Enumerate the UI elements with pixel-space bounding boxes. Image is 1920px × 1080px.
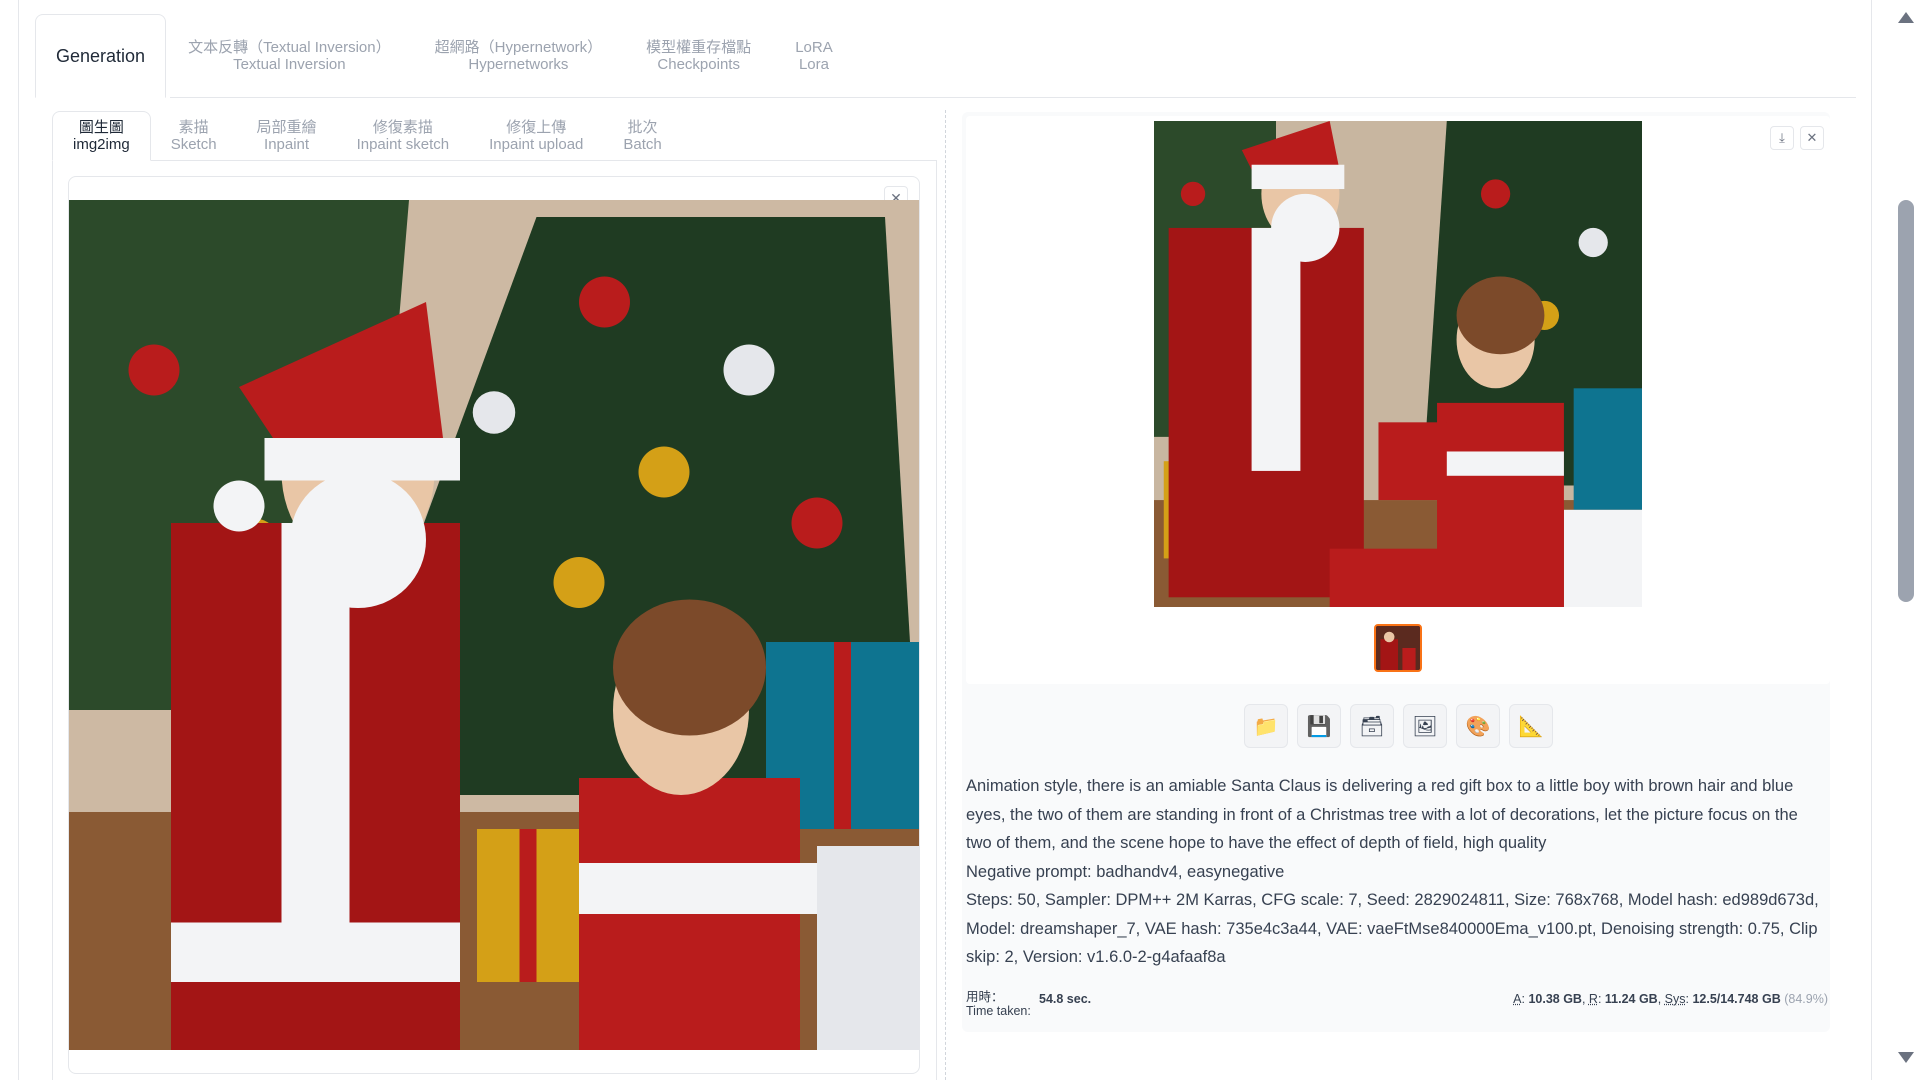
tab-label-zh: 批次 — [627, 119, 658, 136]
time-taken-label-en: Time taken: — [966, 1004, 1031, 1018]
tab-label-en: Inpaint sketch — [356, 136, 450, 153]
tab-label: Generation — [56, 45, 146, 66]
tab-label-en: Inpaint upload — [489, 136, 584, 153]
mem-r-label: R — [1588, 992, 1598, 1006]
zip-button[interactable]: 🗃 — [1350, 704, 1394, 748]
mem-sys-percent: (84.9%) — [1784, 992, 1828, 1006]
tab-textual-inversion[interactable]: 文本反轉（Textual Inversion） Textual Inversion — [166, 14, 413, 98]
tab-generation[interactable]: Generation — [35, 14, 167, 98]
mem-sys-label: Sys — [1664, 992, 1686, 1006]
tab-batch[interactable]: 批次 Batch — [603, 111, 681, 161]
main-tabs: Generation 文本反轉（Textual Inversion） Textua… — [35, 14, 855, 98]
output-toolbar: 📁 💾 🗃 🖼 🎨 📐 — [1244, 704, 1553, 748]
tab-label-zh: 超網路（Hypernetwork） — [434, 39, 603, 56]
generation-params-text: Steps: 50, Sampler: DPM++ 2M Karras, CFG… — [966, 891, 1819, 966]
page-scrollbar[interactable] — [1892, 0, 1920, 1080]
tab-label-zh: 模型權重存檔點 — [646, 39, 752, 56]
gallery-thumbnail[interactable] — [1374, 624, 1422, 672]
panel-divider — [945, 110, 946, 1080]
tab-label-en: img2img — [73, 136, 130, 153]
save-button[interactable]: 💾 — [1297, 704, 1341, 748]
download-button[interactable]: ⤓ — [1770, 126, 1794, 150]
archive-icon: 🗃 — [1359, 715, 1385, 738]
thumbnail-image — [1376, 626, 1420, 670]
img2img-mode-tabs: 圖生圖 img2img 素描 Sketch 局部重繪 Inpaint 修復素描 Inpa… — [52, 111, 682, 161]
send-to-img2img-button[interactable]: 🖼 — [1403, 704, 1447, 748]
tab-inpaint-upload[interactable]: 修復上傳 Inpaint upload — [469, 111, 603, 161]
scroll-down-arrow-icon[interactable] — [1898, 1052, 1914, 1063]
prompt-text: Animation style, there is an amiable San… — [966, 777, 1798, 852]
mem-a-value: 10.38 GB — [1528, 992, 1582, 1006]
close-icon: ✕ — [1806, 130, 1818, 145]
save-icon: 💾 — [1306, 715, 1332, 738]
folder-icon: 📁 — [1253, 715, 1279, 738]
time-taken-value: 54.8 sec. — [1039, 992, 1092, 1006]
send-to-inpaint-button[interactable]: 🎨 — [1456, 704, 1500, 748]
tab-label-zh: 修復上傳 — [506, 119, 567, 136]
tab-label-zh: 素描 — [178, 119, 209, 136]
tab-label-en: Sketch — [170, 136, 217, 153]
tab-inpaint-sketch[interactable]: 修復素描 Inpaint sketch — [337, 111, 470, 161]
tabs-divider — [170, 97, 1856, 98]
tab-label-en: Hypernetworks — [468, 56, 569, 73]
tab-label-zh: 修復素描 — [372, 119, 433, 136]
close-preview-button[interactable]: ✕ — [1800, 126, 1824, 150]
tab-hypernetworks[interactable]: 超網路（Hypernetwork） Hypernetworks — [413, 14, 625, 98]
tab-label-en: Lora — [798, 56, 829, 73]
tab-inpaint[interactable]: 局部重繪 Inpaint — [237, 111, 337, 161]
triangle-ruler-icon: 📐 — [1518, 715, 1544, 738]
tab-label-zh: LoRA — [795, 39, 833, 56]
tab-checkpoints[interactable]: 模型權重存檔點 Checkpoints — [624, 14, 773, 98]
negative-prompt-text: Negative prompt: badhandv4, easynegative — [966, 862, 1285, 881]
tab-label-en: Checkpoints — [657, 56, 740, 73]
santa-boy-illustration — [69, 200, 919, 1050]
tab-label-zh: 文本反轉（Textual Inversion） — [188, 39, 391, 56]
send-to-extras-button[interactable]: 📐 — [1509, 704, 1553, 748]
output-image[interactable] — [1154, 121, 1642, 607]
tab-label-en: Batch — [623, 136, 662, 153]
time-taken-label-zh: 用時： — [966, 990, 1004, 1004]
palette-icon: 🎨 — [1465, 715, 1491, 738]
scroll-thumb[interactable] — [1898, 200, 1914, 602]
tab-lora[interactable]: LoRA Lora — [773, 14, 855, 98]
input-image — [69, 200, 919, 1050]
tab-label-en: Textual Inversion — [233, 56, 346, 73]
mem-a-label: A — [1513, 992, 1522, 1006]
tab-img2img[interactable]: 圖生圖 img2img — [52, 111, 151, 161]
tab-label-en: Inpaint — [264, 136, 310, 153]
tab-label-zh: 圖生圖 — [78, 119, 124, 136]
image-icon: 🖼 — [1412, 715, 1438, 738]
mem-r-value: 11.24 GB — [1604, 992, 1658, 1006]
download-icon: ⤓ — [1779, 130, 1785, 145]
scroll-up-arrow-icon[interactable] — [1898, 12, 1914, 23]
memory-stats: A: 10.38 GB, R: 11.24 GB, Sys: 12.5/14.7… — [1513, 992, 1828, 1006]
generation-info: Animation style, there is an amiable San… — [966, 772, 1828, 972]
tab-sketch[interactable]: 素描 Sketch — [151, 111, 237, 161]
mem-sys-value: 12.5/14.748 GB — [1692, 992, 1781, 1006]
open-folder-button[interactable]: 📁 — [1244, 704, 1288, 748]
santa-boy-output-illustration — [1154, 121, 1642, 607]
tab-label-zh: 局部重繪 — [256, 119, 317, 136]
time-taken: 用時： Time taken: 54.8 sec. — [966, 990, 1091, 1018]
